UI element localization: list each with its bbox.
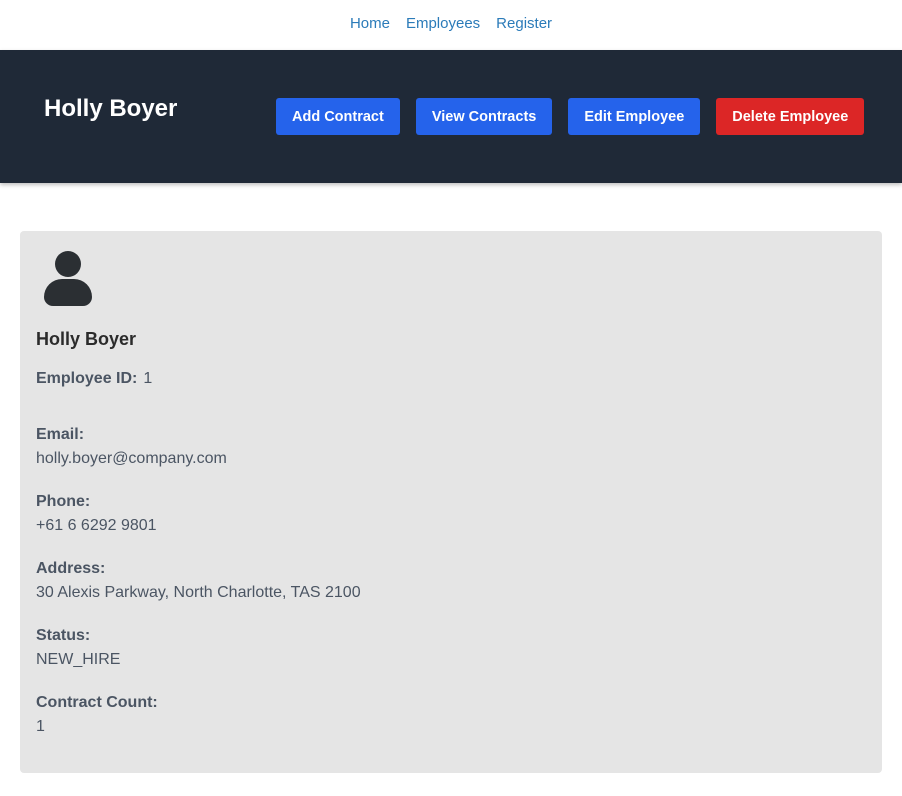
- employee-id-field: Employee ID: 1: [36, 370, 866, 388]
- status-field: Status: NEW_HIRE: [36, 627, 866, 669]
- delete-employee-button[interactable]: Delete Employee: [716, 98, 865, 135]
- email-value: holly.boyer@company.com: [36, 450, 227, 467]
- employee-header: Holly Boyer Add Contract View Contracts …: [0, 50, 902, 183]
- status-value: NEW_HIRE: [36, 651, 121, 668]
- address-field: Address: 30 Alexis Parkway, North Charlo…: [36, 560, 866, 602]
- address-value: 30 Alexis Parkway, North Charlotte, TAS …: [36, 584, 361, 601]
- address-label: Address:: [36, 560, 106, 577]
- header-actions: Add Contract View Contracts Edit Employe…: [276, 98, 865, 135]
- user-icon: [42, 249, 94, 307]
- edit-employee-button[interactable]: Edit Employee: [568, 98, 701, 135]
- view-contracts-button[interactable]: View Contracts: [415, 98, 553, 135]
- employee-id-label: Employee ID:: [36, 370, 138, 387]
- email-label: Email:: [36, 426, 85, 443]
- nav-link-home[interactable]: Home: [350, 15, 390, 32]
- contract-count-value: 1: [36, 718, 45, 735]
- nav-link-employees[interactable]: Employees: [406, 15, 480, 32]
- email-field: Email: holly.boyer@company.com: [36, 426, 866, 468]
- add-contract-button[interactable]: Add Contract: [276, 98, 400, 135]
- employee-details-card: Holly Boyer Employee ID: 1 Email: holly.b…: [20, 231, 882, 773]
- user-icon-body: [44, 279, 92, 306]
- employee-id-value: 1: [143, 370, 153, 387]
- phone-value: +61 6 6292 9801: [36, 517, 157, 534]
- phone-label: Phone:: [36, 493, 91, 510]
- phone-field: Phone: +61 6 6292 9801: [36, 493, 866, 535]
- status-label: Status:: [36, 627, 91, 644]
- contract-count-label: Contract Count:: [36, 694, 158, 711]
- top-navigation: Home Employees Register: [0, 0, 902, 50]
- page-title: Holly Boyer: [44, 94, 178, 122]
- user-icon-head: [55, 251, 81, 277]
- nav-link-register[interactable]: Register: [496, 15, 552, 32]
- employee-name: Holly Boyer: [36, 329, 137, 349]
- contract-count-field: Contract Count: 1: [36, 694, 866, 736]
